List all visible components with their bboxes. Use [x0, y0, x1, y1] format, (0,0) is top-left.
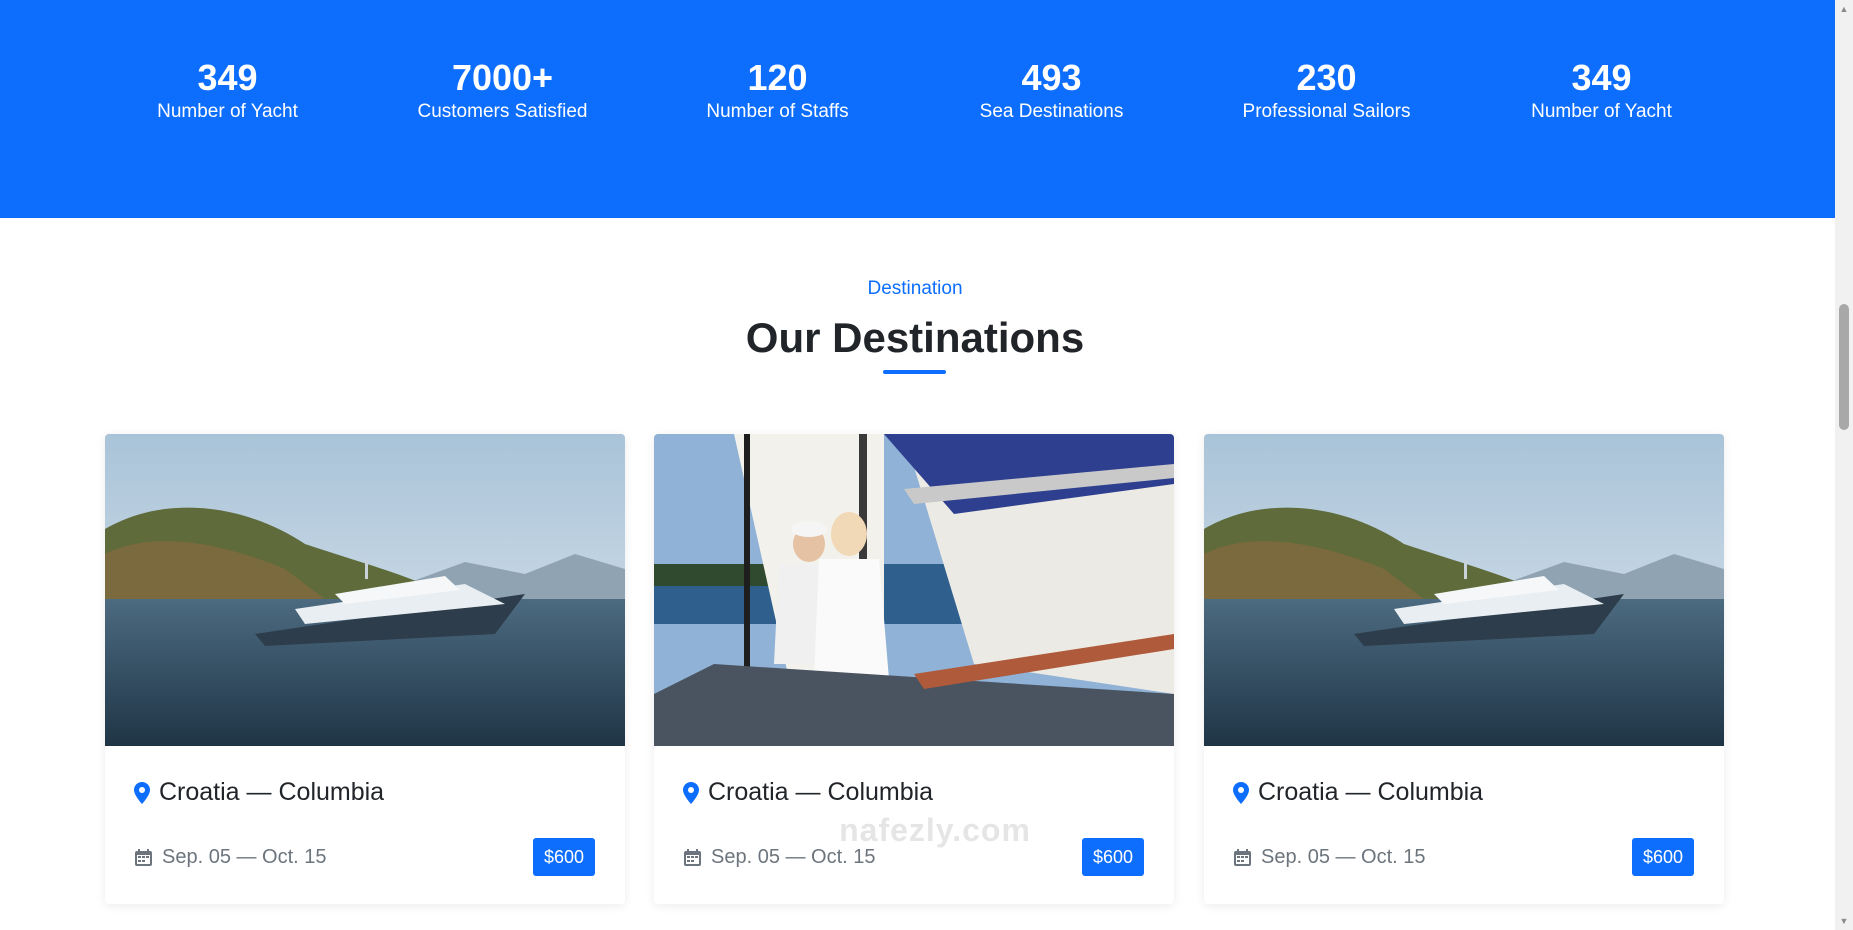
- stats-band: 349 Number of Yacht 7000+ Customers Sati…: [0, 0, 1835, 218]
- stat-value: 230: [1296, 57, 1357, 98]
- scroll-down-icon[interactable]: ▼: [1839, 916, 1849, 926]
- card-dates-label: Sep. 05 — Oct. 15: [1261, 846, 1426, 868]
- scrollbar[interactable]: ▲ ▼: [1835, 0, 1853, 930]
- yacht-image: [1204, 434, 1724, 746]
- stat-label: Professional Sailors: [1242, 101, 1411, 122]
- stat-value: 7000+: [451, 57, 554, 98]
- scroll-up-icon[interactable]: ▲: [1839, 4, 1849, 14]
- stat-label: Number of Yacht: [157, 101, 298, 122]
- card-dates-label: Sep. 05 — Oct. 15: [711, 846, 876, 868]
- stat-value: 493: [1021, 57, 1082, 98]
- stat-label: Sea Destinations: [979, 101, 1124, 122]
- destination-card[interactable]: Croatia — Columbia Sep. 05 — Oct. 15 $60…: [654, 434, 1174, 904]
- calendar-icon: [1233, 848, 1252, 867]
- sailboat-couple-image: [654, 434, 1174, 746]
- card-route-label: Croatia — Columbia: [708, 778, 934, 806]
- card-route-label: Croatia — Columbia: [1258, 778, 1484, 806]
- stat-value: 349: [1571, 57, 1632, 98]
- price-badge[interactable]: $600: [1631, 838, 1694, 876]
- card-route-label: Croatia — Columbia: [159, 778, 385, 806]
- map-pin-icon: [683, 781, 699, 804]
- card-dates: Sep. 05 — Oct. 15: [683, 846, 876, 869]
- title-underline: [883, 370, 946, 374]
- stat-yacht: 349 Number of Yacht: [90, 56, 365, 124]
- calendar-icon: [134, 848, 153, 867]
- price-badge[interactable]: $600: [1081, 838, 1144, 876]
- card-dates: Sep. 05 — Oct. 15: [1233, 846, 1426, 869]
- card-route: Croatia — Columbia: [134, 778, 384, 807]
- stat-customers: 7000+ Customers Satisfied: [365, 56, 640, 124]
- stat-value: 349: [197, 57, 258, 98]
- card-route: Croatia — Columbia: [683, 778, 933, 807]
- stat-label: Number of Staffs: [706, 101, 849, 122]
- stat-label: Customers Satisfied: [417, 101, 588, 122]
- scrollbar-thumb[interactable]: [1839, 304, 1849, 430]
- card-dates-label: Sep. 05 — Oct. 15: [162, 846, 327, 868]
- card-dates: Sep. 05 — Oct. 15: [134, 846, 327, 869]
- map-pin-icon: [1233, 781, 1249, 804]
- stat-value: 120: [747, 57, 808, 98]
- stat-yacht-2: 349 Number of Yacht: [1464, 56, 1739, 124]
- stat-sailors: 230 Professional Sailors: [1189, 56, 1464, 124]
- calendar-icon: [683, 848, 702, 867]
- stat-destinations: 493 Sea Destinations: [914, 56, 1189, 124]
- price-badge[interactable]: $600: [532, 838, 595, 876]
- destination-card[interactable]: Croatia — Columbia Sep. 05 — Oct. 15 $60…: [1204, 434, 1724, 904]
- section-kicker: Destination: [867, 278, 963, 299]
- stat-label: Number of Yacht: [1531, 101, 1672, 122]
- stat-staffs: 120 Number of Staffs: [640, 56, 915, 124]
- card-route: Croatia — Columbia: [1233, 778, 1483, 807]
- yacht-image: [105, 434, 625, 746]
- map-pin-icon: [134, 781, 150, 804]
- section-title: Our Destinations: [745, 314, 1085, 361]
- destination-card[interactable]: Croatia — Columbia Sep. 05 — Oct. 15 $60…: [105, 434, 625, 904]
